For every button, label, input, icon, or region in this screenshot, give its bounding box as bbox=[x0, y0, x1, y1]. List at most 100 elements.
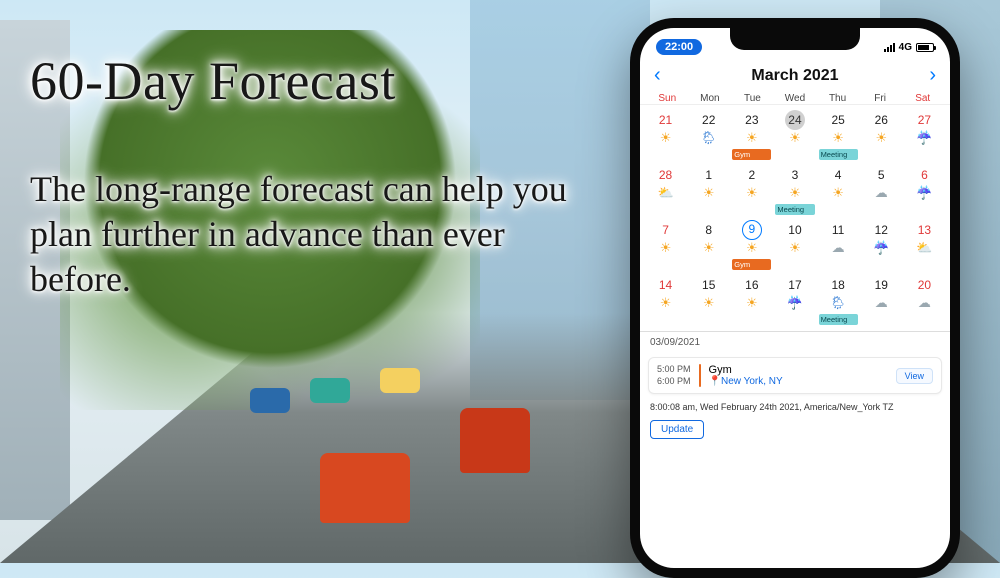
weekday-header: SunMonTueWedThuFriSat bbox=[640, 93, 950, 105]
day-cell[interactable]: 21☀ bbox=[644, 107, 687, 162]
sun-icon: ☀ bbox=[644, 296, 687, 309]
prev-month-button[interactable]: ‹ bbox=[654, 64, 661, 87]
day-number: 15 bbox=[699, 275, 719, 295]
event-location: 📍New York, NY bbox=[709, 376, 888, 387]
day-number: 25 bbox=[828, 110, 848, 130]
day-number: 17 bbox=[785, 275, 805, 295]
day-cell[interactable]: 8☀ bbox=[687, 217, 730, 272]
view-button[interactable]: View bbox=[896, 368, 933, 384]
sun-icon: ☀ bbox=[773, 241, 816, 254]
day-cell[interactable]: 27☔ bbox=[903, 107, 946, 162]
day-number: 19 bbox=[871, 275, 891, 295]
day-number: 1 bbox=[699, 165, 719, 185]
day-number: 24 bbox=[785, 110, 805, 130]
day-cell[interactable]: 10☀ bbox=[773, 217, 816, 272]
next-month-button[interactable]: › bbox=[929, 64, 936, 87]
phone-mockup: 22:00 4G ‹ March 2021 › SunMonTueWedThuF… bbox=[630, 18, 960, 578]
month-title: March 2021 bbox=[751, 67, 838, 85]
day-number: 14 bbox=[656, 275, 676, 295]
day-cell[interactable]: 5☁ bbox=[860, 162, 903, 217]
sun-icon: ☀ bbox=[773, 186, 816, 199]
day-cell[interactable]: 28⛅ bbox=[644, 162, 687, 217]
sun-icon: ☀ bbox=[687, 241, 730, 254]
event-tag: Meeting bbox=[819, 149, 858, 160]
day-cell[interactable]: 6☔ bbox=[903, 162, 946, 217]
day-number: 6 bbox=[914, 165, 934, 185]
day-number: 2 bbox=[742, 165, 762, 185]
day-cell[interactable]: 18🌦 Meeting bbox=[817, 272, 860, 327]
rain-icon: ☔ bbox=[903, 186, 946, 199]
update-button[interactable]: Update bbox=[650, 420, 704, 439]
day-number: 22 bbox=[699, 110, 719, 130]
day-cell[interactable]: 4☀ bbox=[817, 162, 860, 217]
day-cell[interactable]: 16☀ bbox=[730, 272, 773, 327]
day-cell[interactable]: 24☀ bbox=[773, 107, 816, 162]
headline: 60-Day Forecast bbox=[30, 50, 590, 112]
weekday-label: Mon bbox=[689, 93, 732, 104]
day-number: 9 bbox=[742, 220, 762, 240]
weekday-label: Sun bbox=[646, 93, 689, 104]
day-number: 28 bbox=[656, 165, 676, 185]
day-number: 21 bbox=[656, 110, 676, 130]
cloud-sun-icon: ⛅ bbox=[644, 186, 687, 199]
sun-icon: ☀ bbox=[730, 131, 773, 144]
rain-sun-icon: 🌦 bbox=[687, 131, 730, 144]
pin-icon: 📍 bbox=[709, 376, 721, 387]
sun-icon: ☀ bbox=[730, 186, 773, 199]
day-cell[interactable]: 25☀Meeting bbox=[817, 107, 860, 162]
day-number: 5 bbox=[871, 165, 891, 185]
day-cell[interactable]: 1☀ bbox=[687, 162, 730, 217]
cloud-icon: ☁ bbox=[860, 186, 903, 199]
day-cell[interactable]: 9☀Gym bbox=[730, 217, 773, 272]
day-number: 11 bbox=[828, 220, 848, 240]
day-cell[interactable]: 20☁ bbox=[903, 272, 946, 327]
day-number: 3 bbox=[785, 165, 805, 185]
day-cell[interactable]: 17☔ bbox=[773, 272, 816, 327]
day-number: 23 bbox=[742, 110, 762, 130]
sun-icon: ☀ bbox=[644, 241, 687, 254]
day-cell[interactable]: 14☀ bbox=[644, 272, 687, 327]
day-number: 8 bbox=[699, 220, 719, 240]
day-number: 4 bbox=[828, 165, 848, 185]
day-cell[interactable]: 13⛅ bbox=[903, 217, 946, 272]
sun-icon: ☀ bbox=[687, 296, 730, 309]
cloud-icon: ☁ bbox=[903, 296, 946, 309]
cloud-icon: ☁ bbox=[860, 296, 903, 309]
day-number: 27 bbox=[914, 110, 934, 130]
status-time: 22:00 bbox=[656, 39, 702, 55]
day-number: 10 bbox=[785, 220, 805, 240]
day-cell[interactable]: 7☀ bbox=[644, 217, 687, 272]
day-number: 16 bbox=[742, 275, 762, 295]
event-title: Gym bbox=[709, 364, 888, 376]
marketing-copy: 60-Day Forecast The long-range forecast … bbox=[30, 50, 590, 302]
day-cell[interactable]: 11☁ bbox=[817, 217, 860, 272]
sun-icon: ☀ bbox=[687, 186, 730, 199]
cloud-sun-icon: ⛅ bbox=[903, 241, 946, 254]
event-tag: Meeting bbox=[819, 314, 858, 325]
day-cell[interactable]: 15☀ bbox=[687, 272, 730, 327]
detail-date: 03/09/2021 bbox=[640, 331, 950, 353]
sun-icon: ☀ bbox=[817, 186, 860, 199]
day-cell[interactable]: 3☀ Meeting bbox=[773, 162, 816, 217]
weekday-label: Wed bbox=[774, 93, 817, 104]
event-color-bar bbox=[699, 364, 701, 387]
event-tag: Gym bbox=[732, 259, 771, 270]
clock-line: 8:00:08 am, Wed February 24th 2021, Amer… bbox=[640, 398, 950, 416]
day-number: 13 bbox=[914, 220, 934, 240]
rain-sun-icon: 🌦 bbox=[817, 296, 860, 309]
day-cell[interactable]: 23☀ Gym bbox=[730, 107, 773, 162]
day-number: 18 bbox=[828, 275, 848, 295]
day-cell[interactable]: 2☀ bbox=[730, 162, 773, 217]
day-cell[interactable]: 12☔ bbox=[860, 217, 903, 272]
event-tag: Meeting bbox=[775, 204, 814, 215]
day-cell[interactable]: 26☀ bbox=[860, 107, 903, 162]
day-cell[interactable]: 19☁ bbox=[860, 272, 903, 327]
weekday-label: Fri bbox=[859, 93, 902, 104]
day-number: 12 bbox=[871, 220, 891, 240]
event-card[interactable]: 5:00 PM 6:00 PM Gym 📍New York, NY View bbox=[648, 357, 942, 394]
weekday-label: Sat bbox=[901, 93, 944, 104]
day-cell[interactable]: 22🌦 bbox=[687, 107, 730, 162]
event-tag: Gym bbox=[732, 149, 771, 160]
sun-icon: ☀ bbox=[644, 131, 687, 144]
calendar-nav: ‹ March 2021 › bbox=[640, 60, 950, 93]
